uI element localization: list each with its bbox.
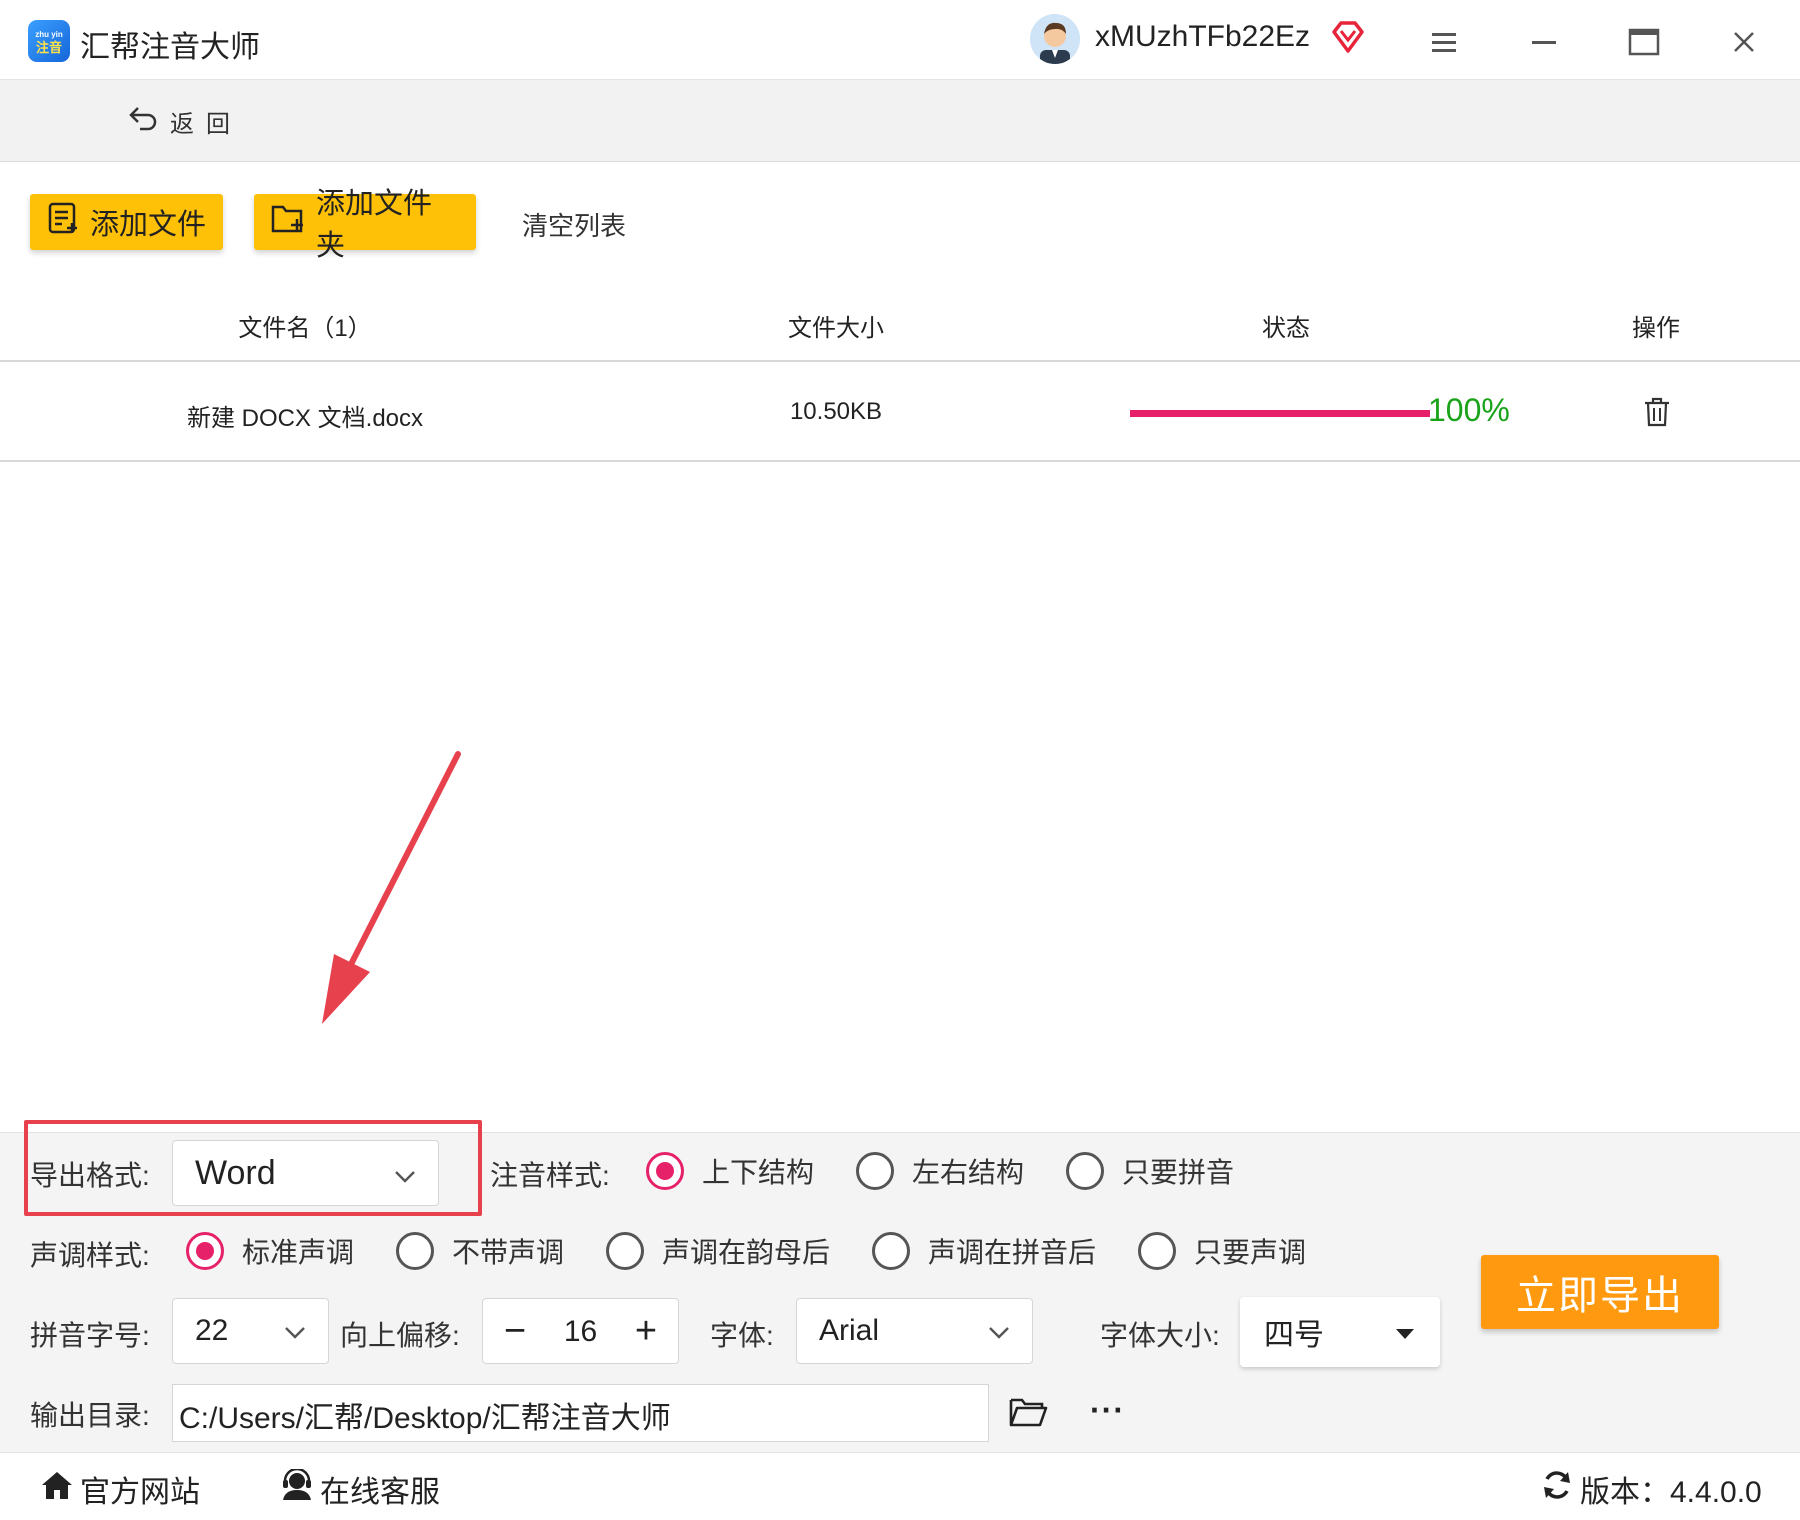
folder-open-icon[interactable] <box>1008 1394 1048 1435</box>
progress-percent: 100% <box>1428 392 1510 428</box>
plus-icon[interactable]: + <box>626 1307 666 1355</box>
row-filesize: 10.50KB <box>789 398 883 425</box>
radio-tone-none[interactable]: 不带声调 <box>396 1231 564 1271</box>
font-select[interactable]: Arial <box>796 1298 1033 1364</box>
refresh-icon <box>1540 1469 1574 1509</box>
app-logo-icon: zhu yin 注音 <box>28 20 70 62</box>
radio-annotation-left-right[interactable]: 左右结构 <box>856 1151 1024 1191</box>
username[interactable]: xMUzhTFb22Ez <box>1095 20 1310 54</box>
caret-down-icon <box>1394 1315 1416 1349</box>
header-filename[interactable]: 文件名（1） <box>238 308 371 343</box>
customer-service-icon <box>280 1467 314 1509</box>
add-file-icon <box>46 201 80 243</box>
radio-unselected-icon <box>872 1232 910 1270</box>
progress-bar-fill <box>1130 410 1430 417</box>
title-bar: zhu yin 注音 汇帮注音大师 xMUzhTFb22Ez <box>0 0 1800 80</box>
official-website-link[interactable]: 官方网站 <box>40 1467 200 1511</box>
online-support-label: 在线客服 <box>320 1476 440 1509</box>
chevron-down-icon <box>284 1314 306 1348</box>
home-icon <box>40 1469 74 1509</box>
font-label: 字体: <box>710 1320 774 1351</box>
radio-unselected-icon <box>606 1232 644 1270</box>
maximize-icon[interactable] <box>1624 22 1664 62</box>
tone-style-label: 声调样式: <box>30 1240 150 1271</box>
header-action: 操作 <box>1632 315 1680 342</box>
radio-label: 只要声调 <box>1194 1237 1307 1268</box>
delete-icon[interactable] <box>1642 396 1672 433</box>
radio-annotation-pinyin-only[interactable]: 只要拼音 <box>1066 1151 1234 1191</box>
offset-stepper[interactable]: − 16 + <box>482 1298 679 1364</box>
radio-label: 不带声调 <box>452 1237 565 1268</box>
footer: 官方网站 在线客服 版本：4.4.0.0 <box>0 1452 1800 1520</box>
output-dir-field[interactable]: C:/Users/汇帮/Desktop/汇帮注音大师 <box>172 1384 989 1442</box>
radio-tone-only[interactable]: 只要声调 <box>1138 1231 1306 1271</box>
radio-label: 只要拼音 <box>1122 1157 1235 1188</box>
annotation-highlight-box <box>24 1120 482 1216</box>
radio-label: 声调在韵母后 <box>662 1237 831 1268</box>
back-button[interactable]: 返回 <box>128 104 242 139</box>
radio-unselected-icon <box>396 1232 434 1270</box>
radio-label: 上下结构 <box>702 1157 815 1188</box>
export-now-button[interactable]: 立即导出 <box>1481 1255 1719 1329</box>
pinyin-size-value: 22 <box>195 1314 229 1347</box>
font-size-label: 字体大小: <box>1100 1320 1220 1351</box>
menu-icon[interactable] <box>1424 22 1464 62</box>
user-avatar[interactable] <box>1030 14 1080 64</box>
pinyin-size-label: 拼音字号: <box>30 1320 150 1351</box>
online-support-link[interactable]: 在线客服 <box>280 1467 440 1511</box>
radio-label: 左右结构 <box>912 1157 1025 1188</box>
pinyin-size-select[interactable]: 22 <box>172 1298 329 1364</box>
output-dir-label: 输出目录: <box>30 1400 150 1431</box>
add-file-button[interactable]: 添加文件 <box>30 194 223 250</box>
back-label: 返回 <box>170 111 242 138</box>
header-status[interactable]: 状态 <box>1262 308 1310 343</box>
header-filesize[interactable]: 文件大小 <box>788 308 884 343</box>
radio-unselected-icon <box>856 1152 894 1190</box>
progress-bar <box>1130 410 1430 417</box>
vip-diamond-icon[interactable] <box>1330 20 1366 59</box>
radio-unselected-icon <box>1138 1232 1176 1270</box>
add-folder-button[interactable]: 添加文件夹 <box>254 188 476 262</box>
logo-text: 注音 <box>35 40 62 55</box>
annotation-arrow <box>322 751 461 1024</box>
back-arrow-icon <box>128 104 160 139</box>
add-file-label: 添加文件 <box>90 209 207 241</box>
radio-unselected-icon <box>1066 1152 1104 1190</box>
font-size-select[interactable]: 四号 <box>1240 1297 1440 1367</box>
add-folder-label: 添加文件夹 <box>316 188 433 262</box>
official-website-label: 官方网站 <box>80 1476 200 1509</box>
more-options-button[interactable]: ··· <box>1090 1392 1125 1429</box>
radio-tone-after-pinyin[interactable]: 声调在拼音后 <box>872 1231 1096 1271</box>
back-bar: 返回 <box>0 80 1800 162</box>
font-size-value: 四号 <box>1264 1319 1324 1352</box>
radio-tone-after-final[interactable]: 声调在韵母后 <box>606 1231 830 1271</box>
annotation-style-label: 注音样式: <box>490 1160 610 1191</box>
row-filename: 新建 DOCX 文档.docx <box>186 405 424 432</box>
clear-list-button[interactable]: 清空列表 <box>522 206 626 243</box>
radio-annotation-top-bottom[interactable]: 上下结构 <box>646 1151 814 1191</box>
app-window: zhu yin 注音 汇帮注音大师 xMUzhTFb22Ez 返回 添加文件 添… <box>0 0 1800 1520</box>
radio-label: 声调在拼音后 <box>928 1237 1097 1268</box>
table-row[interactable]: 新建 DOCX 文档.docx 10.50KB 100% <box>0 362 1800 462</box>
version-label: 版本：4.4.0.0 <box>1580 1476 1762 1509</box>
radio-selected-icon <box>186 1232 224 1270</box>
chevron-down-icon <box>988 1314 1010 1348</box>
minimize-icon[interactable] <box>1524 22 1564 62</box>
close-icon[interactable] <box>1724 22 1764 62</box>
font-value: Arial <box>819 1314 880 1347</box>
version-info[interactable]: 版本：4.4.0.0 <box>1540 1467 1762 1511</box>
add-folder-icon <box>270 201 306 243</box>
app-title: 汇帮注音大师 <box>80 31 260 64</box>
radio-label: 标准声调 <box>242 1237 355 1268</box>
radio-tone-standard[interactable]: 标准声调 <box>186 1231 354 1271</box>
offset-label: 向上偏移: <box>340 1320 460 1351</box>
file-table-header: 文件名（1） 文件大小 状态 操作 <box>0 290 1800 362</box>
radio-selected-icon <box>646 1152 684 1190</box>
